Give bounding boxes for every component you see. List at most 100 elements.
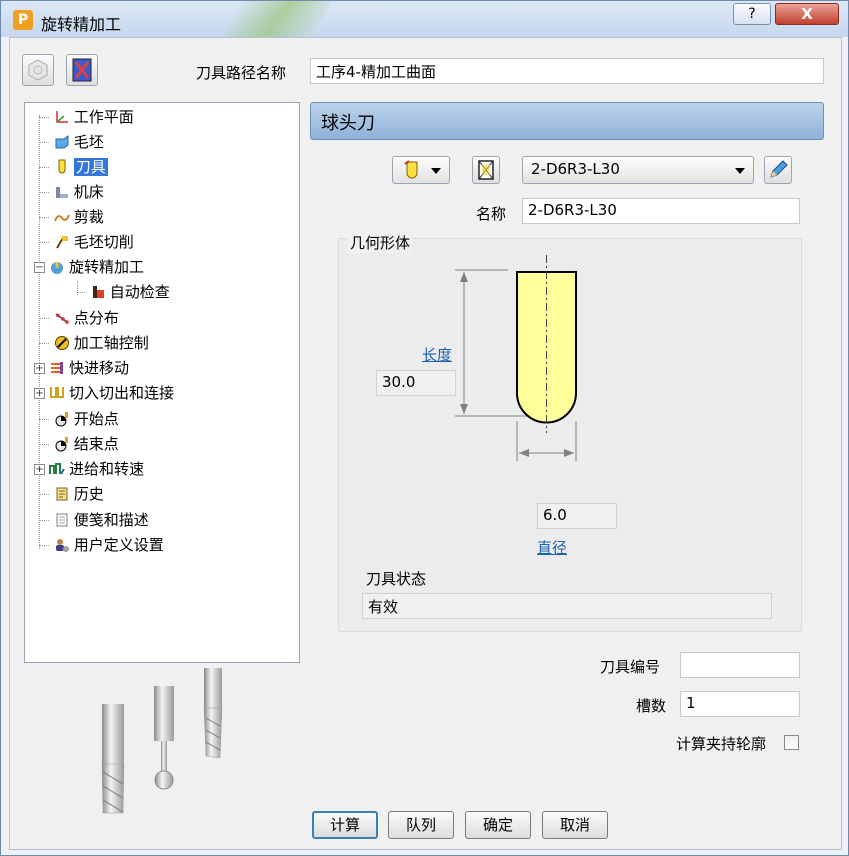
tree-item-label: 毛坯切削 (73, 233, 134, 251)
tree-item-history[interactable]: 历史 (39, 482, 104, 506)
diameter-input[interactable]: 6.0 (537, 503, 617, 529)
tree-item-user-settings[interactable]: 用户定义设置 (39, 533, 164, 557)
tree-item-limit[interactable]: 剪裁 (39, 205, 104, 229)
tree-item-label: 便笺和描述 (73, 511, 149, 529)
feeds-speeds-icon (49, 463, 65, 475)
tool-select-dropdown[interactable]: 2-D6R3-L30 (522, 156, 754, 184)
ball-nose-tool-icon (404, 160, 418, 179)
edit-tool-button[interactable] (764, 156, 792, 184)
stock-cut-icon (55, 236, 68, 249)
title-bar[interactable]: P 旋转精加工 ? X (1, 1, 848, 37)
tree-expand-toggle[interactable]: + (34, 363, 45, 374)
dialog-client-area: 刀具路径名称 工序4-精加工曲面 工作平面 毛坯 刀具 机床 剪裁 毛坯切削 −… (9, 37, 842, 850)
tool-type-header: 球头刀 (310, 102, 824, 140)
cube-preview-icon (28, 59, 48, 81)
user-settings-icon (55, 539, 69, 552)
tree-item-feeds-speeds[interactable]: 进给和转速 (49, 457, 144, 481)
tree-item-label: 机床 (73, 183, 104, 201)
tree-item-notes[interactable]: 便笺和描述 (39, 508, 149, 532)
tool-number-label: 刀具编号 (600, 658, 661, 676)
toolpath-name-input[interactable]: 工序4-精加工曲面 (310, 58, 824, 84)
ok-button[interactable]: 确定 (465, 811, 531, 839)
tree-item-rotary-finish[interactable]: 旋转精加工 (49, 255, 144, 279)
tree-item-block[interactable]: 毛坯 (39, 130, 104, 154)
tree-item-label: 毛坯 (73, 133, 104, 151)
toolpath-name-label: 刀具路径名称 (196, 64, 287, 82)
machine-icon (55, 187, 68, 198)
flutes-label: 槽数 (636, 697, 667, 715)
tree-item-label: 结束点 (73, 435, 119, 453)
rapid-move-icon (51, 362, 63, 374)
tree-item-machine[interactable]: 机床 (39, 180, 104, 204)
tree-item-point-distribution[interactable]: 点分布 (39, 306, 119, 330)
tree-item-stock-cut[interactable]: 毛坯切削 (39, 230, 134, 254)
queue-button[interactable]: 队列 (388, 811, 454, 839)
length-input[interactable]: 30.0 (376, 370, 456, 396)
tree-item-label: 加工轴控制 (73, 334, 149, 352)
geometry-group-label: 几何形体 (348, 232, 413, 253)
limit-icon (53, 214, 70, 222)
tree-item-start-point[interactable]: 开始点 (39, 407, 119, 431)
start-point-icon (55, 412, 68, 427)
tree-item-label: 切入切出和连接 (69, 384, 175, 402)
tool-number-input[interactable] (680, 652, 800, 678)
title-bar-decoration (213, 1, 339, 37)
tree-item-end-point[interactable]: 结束点 (39, 432, 119, 456)
tree-item-label: 快进移动 (69, 359, 130, 377)
flutes-input[interactable]: 1 (680, 691, 800, 717)
help-button[interactable]: ? (733, 3, 771, 25)
holder-profile-checkbox[interactable] (784, 735, 799, 750)
cancel-button[interactable]: 取消 (542, 811, 608, 839)
auto-check-icon (92, 286, 104, 298)
tool-name-input[interactable]: 2-D6R3-L30 (522, 198, 800, 224)
tools-illustration (101, 668, 223, 814)
block-icon (55, 135, 69, 149)
pencil-icon (770, 160, 788, 178)
axis-control-icon (54, 336, 69, 350)
app-icon: P (13, 10, 33, 30)
tool-state-value: 有效 (362, 593, 772, 619)
tool-holder-icon (478, 160, 494, 180)
tool-name-label: 名称 (476, 205, 507, 223)
tool-select-value: 2-D6R3-L30 (531, 160, 620, 178)
tree-item-leads-links[interactable]: 切入切出和连接 (49, 381, 174, 405)
tool-holder-button[interactable] (472, 156, 500, 184)
calculate-button[interactable]: 计算 (312, 811, 378, 839)
chevron-down-icon (431, 168, 441, 174)
tool-type-dropdown[interactable] (392, 156, 450, 184)
tree-item-label: 点分布 (73, 309, 119, 327)
preview-icon-button[interactable] (22, 54, 54, 86)
length-link[interactable]: 长度 (422, 344, 452, 365)
tree-item-label: 历史 (73, 485, 104, 503)
tree-item-label: 用户定义设置 (73, 536, 164, 554)
tree-expand-toggle[interactable]: + (34, 388, 45, 399)
point-distribution-icon (55, 313, 69, 324)
tool-state-label: 刀具状态 (366, 570, 427, 588)
holder-profile-label: 计算夹持轮廓 (676, 735, 767, 753)
tree-item-label: 剪裁 (73, 208, 104, 226)
workplane-icon (56, 111, 68, 123)
close-button[interactable]: X (775, 3, 839, 25)
chevron-down-icon (735, 168, 745, 174)
tree-item-label: 开始点 (73, 410, 119, 428)
tree-item-auto-check[interactable]: 自动检查 (77, 280, 170, 304)
window-title: 旋转精加工 (41, 15, 122, 34)
dialog-window: P 旋转精加工 ? X 刀具路径名称 工序4-精加工曲面 工作平面 毛坯 刀具 … (0, 0, 849, 856)
tree-item-label-selected: 刀具 (73, 158, 108, 176)
tool-library-button[interactable] (66, 54, 98, 86)
tree-item-axis-control[interactable]: 加工轴控制 (39, 331, 149, 355)
ball-nose-tool-diagram (455, 255, 577, 461)
tree-collapse-toggle[interactable]: − (34, 262, 45, 273)
tree-item-workplane[interactable]: 工作平面 (39, 105, 134, 129)
notes-icon (56, 513, 68, 527)
tool-library-icon (72, 58, 92, 82)
history-icon (56, 487, 68, 501)
tree-expand-toggle[interactable]: + (34, 464, 45, 475)
settings-tree: 工作平面 毛坯 刀具 机床 剪裁 毛坯切削 − 旋转精加工 自动检查 点分布 加… (24, 102, 300, 663)
tree-item-rapid-move[interactable]: 快进移动 (49, 356, 129, 380)
tree-item-label: 自动检查 (109, 283, 170, 301)
diameter-link[interactable]: 直径 (537, 537, 567, 558)
tree-item-tool[interactable]: 刀具 (39, 155, 108, 179)
tool-icon (58, 159, 66, 174)
tree-item-label: 进给和转速 (69, 460, 145, 478)
